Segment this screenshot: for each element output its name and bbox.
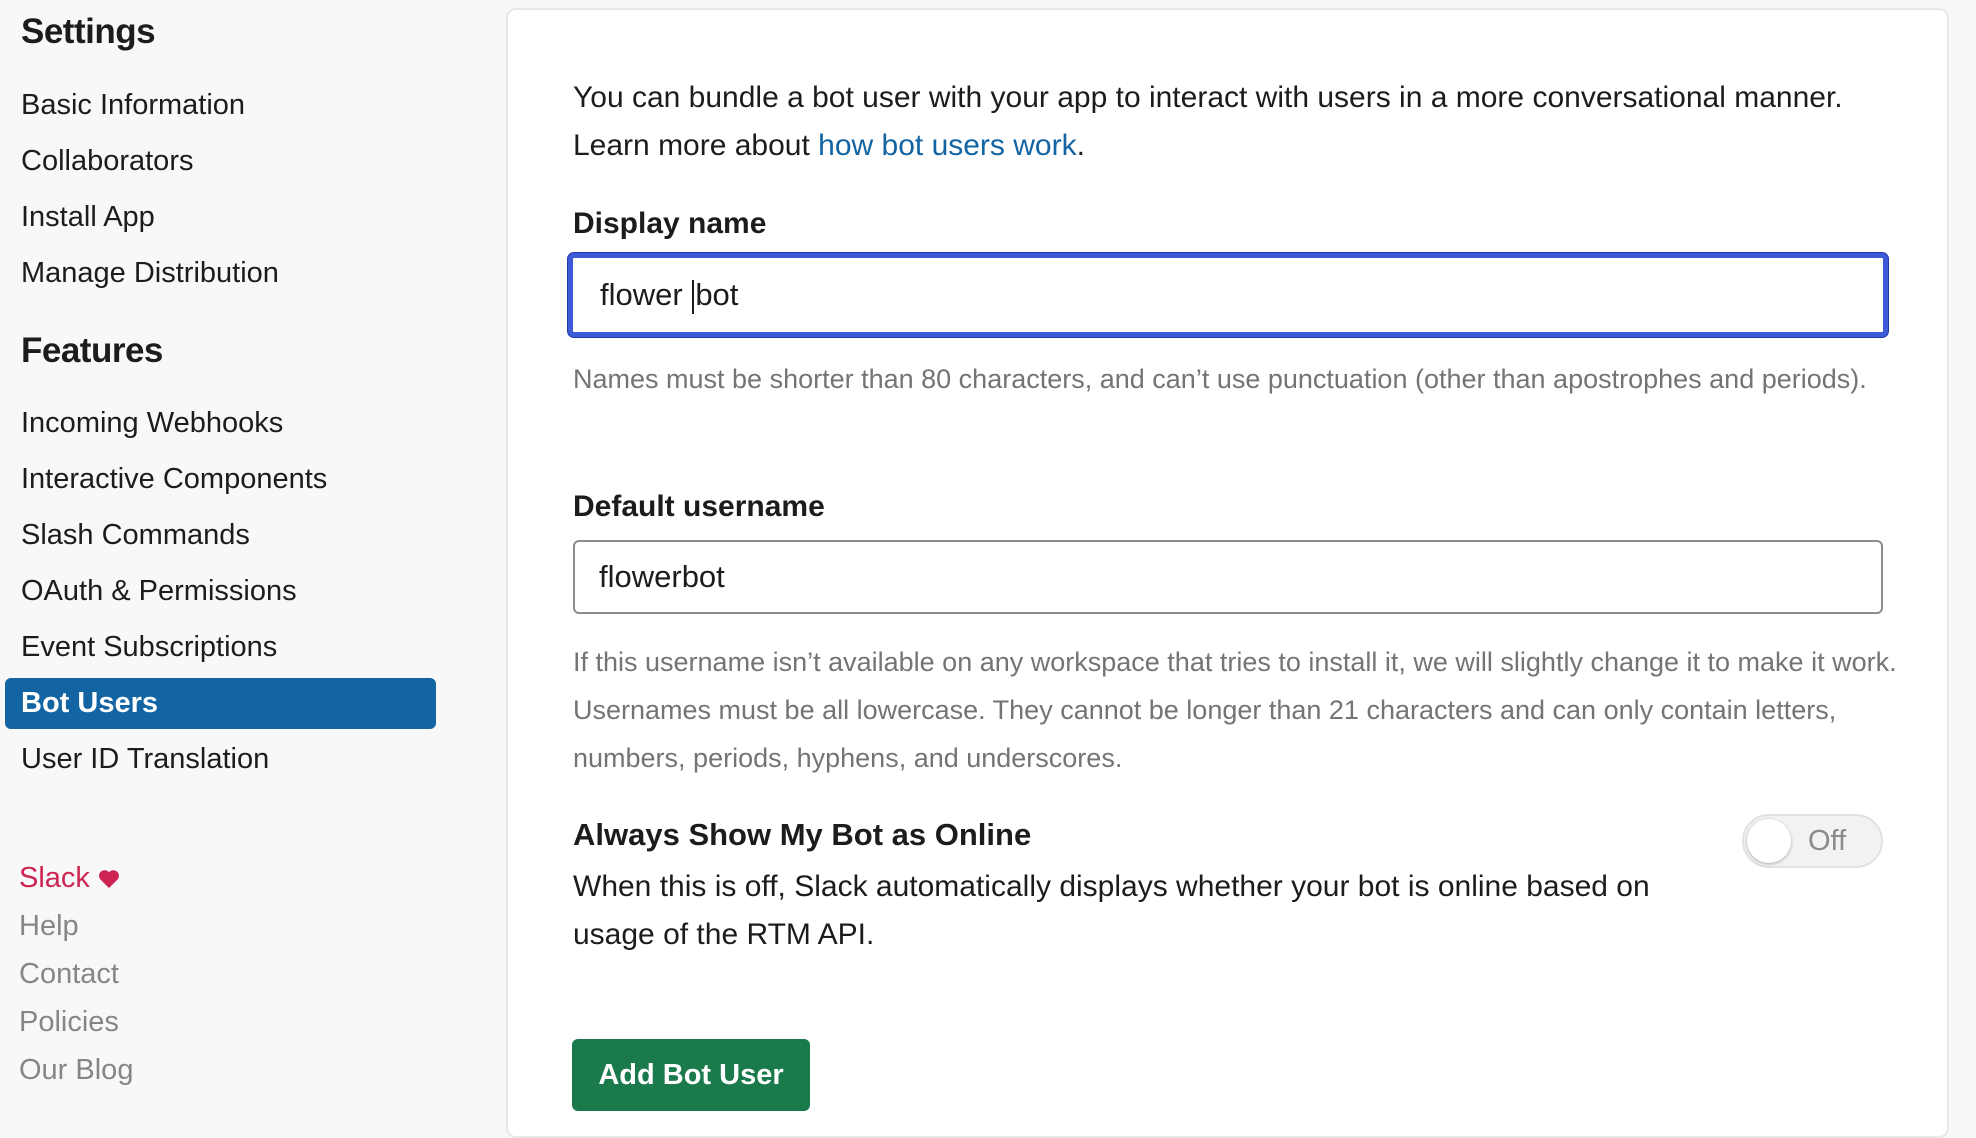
default-username-input[interactable]: flowerbot <box>573 540 1883 614</box>
display-name-label: Display name <box>573 207 767 240</box>
default-username-hint: If this username isn’t available on any … <box>573 647 1897 773</box>
display-name-hint: Names must be shorter than 80 characters… <box>573 364 1867 394</box>
default-username-value: flowerbot <box>599 559 725 594</box>
sidebar-item-bot-users[interactable]: Bot Users <box>5 678 436 729</box>
footer-link-policies[interactable]: Policies <box>19 1006 119 1039</box>
sidebar-item-interactive-components[interactable]: Interactive Components <box>5 454 436 505</box>
settings-heading: Settings <box>21 12 156 51</box>
features-heading: Features <box>21 331 163 370</box>
sidebar-item-event-subscriptions[interactable]: Event Subscriptions <box>5 622 436 673</box>
footer-link-contact[interactable]: Contact <box>19 958 119 991</box>
sidebar: Settings Basic Information Collaborators… <box>0 0 460 1120</box>
sidebar-item-manage-distribution[interactable]: Manage Distribution <box>5 248 436 299</box>
toggle-knob <box>1747 819 1791 863</box>
intro-text: You can bundle a bot user with your app … <box>573 81 1843 162</box>
sidebar-item-slash-commands[interactable]: Slash Commands <box>5 510 436 561</box>
toggle-state-label: Off <box>1808 825 1847 857</box>
how-bot-users-work-link[interactable]: how bot users work <box>818 129 1076 162</box>
sidebar-item-basic-information[interactable]: Basic Information <box>5 80 436 131</box>
footer-link-help[interactable]: Help <box>19 910 79 943</box>
intro-paragraph: You can bundle a bot user with your app … <box>573 74 1893 170</box>
default-username-label: Default username <box>573 490 825 523</box>
intro-period: . <box>1076 129 1085 162</box>
always-online-title: Always Show My Bot as Online <box>573 817 1032 852</box>
footer-link-our-blog[interactable]: Our Blog <box>19 1054 133 1087</box>
add-bot-user-button[interactable]: Add Bot User <box>572 1039 810 1111</box>
sidebar-item-oauth-permissions[interactable]: OAuth & Permissions <box>5 566 436 617</box>
always-online-toggle[interactable]: Off <box>1742 814 1883 868</box>
sidebar-item-collaborators[interactable]: Collaborators <box>5 136 436 187</box>
slack-brand-label: Slack <box>19 862 90 894</box>
always-online-description: When this is off, Slack automatically di… <box>573 870 1650 951</box>
sidebar-item-incoming-webhooks[interactable]: Incoming Webhooks <box>5 398 436 449</box>
display-name-value-start: flower <box>600 277 692 312</box>
sidebar-item-user-id-translation[interactable]: User ID Translation <box>5 734 436 785</box>
text-caret <box>692 279 695 314</box>
display-name-value-end: bot <box>695 277 739 312</box>
heart-icon <box>98 869 120 889</box>
display-name-input[interactable]: flower bot <box>568 253 1888 337</box>
slack-brand-link[interactable]: Slack <box>19 862 120 895</box>
sidebar-item-install-app[interactable]: Install App <box>5 192 436 243</box>
